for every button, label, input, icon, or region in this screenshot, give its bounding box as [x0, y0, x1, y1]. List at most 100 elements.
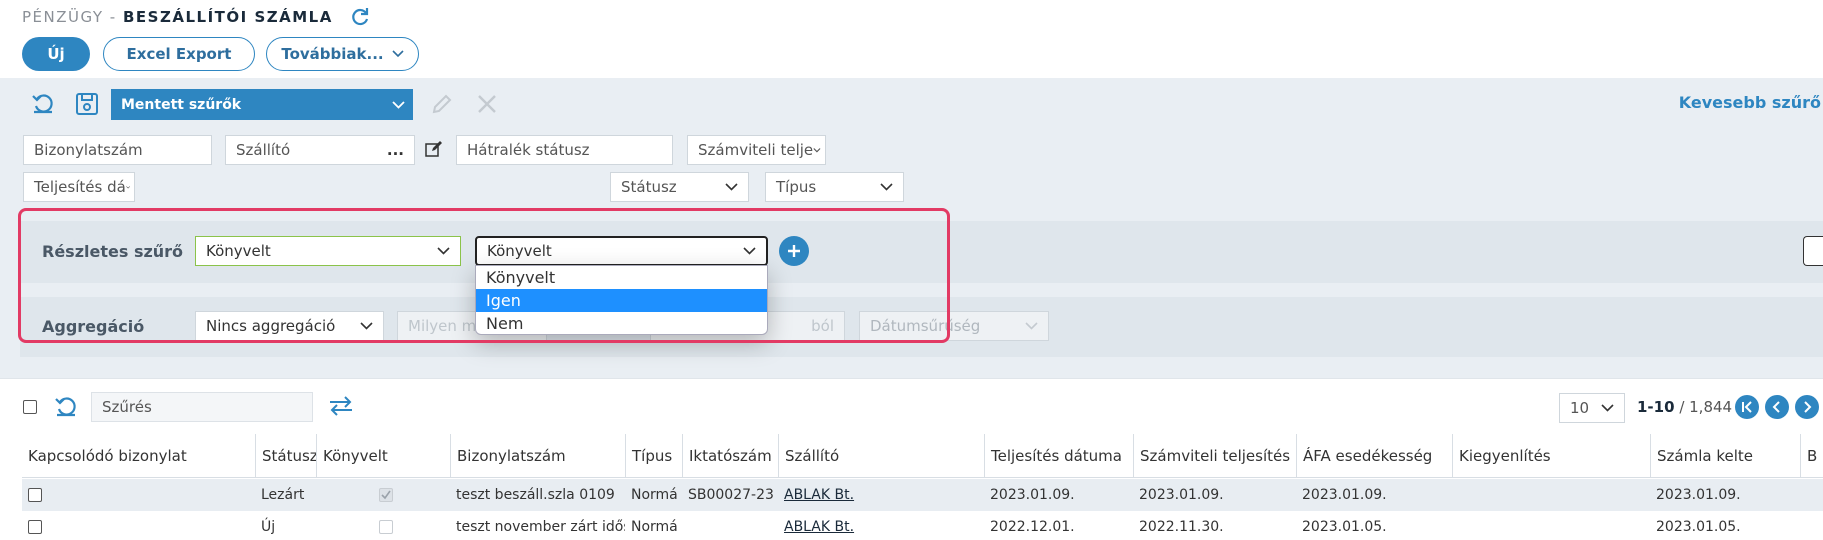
edit-icon[interactable]	[427, 89, 457, 119]
table-row[interactable]: Új teszt november zárt idős Normá ABLAK …	[22, 511, 1823, 540]
overdue-status-filter[interactable]: Hátralék státusz	[456, 135, 673, 165]
column-header[interactable]: Iktatószám	[682, 434, 778, 478]
status-filter[interactable]: Státusz	[610, 172, 749, 202]
column-header[interactable]: Kapcsolódó bizonylat	[22, 434, 255, 478]
more-button-label: Továbbiak...	[281, 45, 384, 63]
saved-filters-label: Mentett szűrők	[121, 96, 242, 113]
pagination-range: 1-10	[1637, 398, 1675, 416]
settlement-cell	[1452, 479, 1650, 511]
column-header[interactable]: Könyvelt	[316, 434, 450, 478]
vat-due-cell: 2023.01.09.	[1302, 487, 1387, 503]
saved-filters-select[interactable]: Mentett szűrők	[111, 89, 413, 120]
accounting-fulfillment-filter[interactable]: Számviteli telje	[687, 135, 826, 165]
type-filter-label: Típus	[776, 178, 817, 196]
booked-checkbox	[379, 520, 393, 534]
list-search-placeholder: Szűrés	[102, 398, 152, 416]
prev-page-button[interactable]	[1765, 395, 1789, 419]
fulfillment-date-cell: 2022.12.01.	[990, 519, 1075, 535]
supplier-link[interactable]: ABLAK Bt.	[784, 519, 854, 535]
booked-checkbox	[379, 488, 393, 502]
chevron-left-icon	[1772, 401, 1780, 413]
document-number-cell: teszt beszáll.szla 0109	[456, 487, 615, 503]
booked-cell	[316, 511, 450, 540]
reset-list-icon[interactable]	[53, 394, 79, 424]
chevron-down-icon	[1601, 404, 1614, 412]
save-icon[interactable]	[72, 89, 102, 119]
chevron-down-icon	[1025, 322, 1038, 330]
less-filters-link[interactable]: Kevesebb szűrő	[1679, 93, 1821, 112]
more-button[interactable]: Továbbiak...	[266, 37, 419, 71]
invoice-date-cell: 2023.01.09.	[1656, 487, 1741, 503]
first-page-button[interactable]	[1735, 395, 1759, 419]
invoice-date-cell: 2023.01.05.	[1656, 519, 1741, 535]
column-header[interactable]: ÁFA esedékesség	[1296, 434, 1452, 478]
reset-filter-icon[interactable]	[28, 89, 58, 119]
supplier-cell: ABLAK Bt.	[778, 479, 984, 511]
filing-number-cell	[682, 511, 778, 540]
document-number-filter-label: Bizonylatszám	[34, 141, 143, 159]
highlight-box	[18, 208, 950, 343]
row-select-cell[interactable]	[22, 479, 255, 511]
chevron-right-icon	[1804, 401, 1812, 413]
module-name: PÉNZÜGY -	[22, 8, 123, 26]
page-size-select[interactable]: 10	[1559, 393, 1625, 423]
supplier-link[interactable]: ABLAK Bt.	[784, 487, 854, 503]
fulfillment-date-cell: 2023.01.09.	[990, 487, 1075, 503]
list-search-input[interactable]: Szűrés	[91, 392, 313, 422]
document-number-cell: teszt november zárt idős	[456, 519, 625, 535]
column-header[interactable]: Kiegyenlítés	[1452, 434, 1650, 478]
column-header[interactable]: Típus	[625, 434, 682, 478]
swap-columns-icon[interactable]	[328, 395, 354, 421]
first-page-icon	[1742, 401, 1752, 413]
settlement-cell	[1452, 511, 1650, 540]
type-filter[interactable]: Típus	[765, 172, 904, 202]
chevron-down-icon	[392, 100, 405, 109]
supplier-filter-label: Szállító	[236, 141, 291, 159]
accounting-fulfillment-cell: 2022.11.30.	[1139, 519, 1224, 535]
supplier-more-button[interactable]: ...	[387, 141, 404, 159]
column-header[interactable]: B	[1800, 434, 1823, 478]
column-header[interactable]: Státusz	[255, 434, 316, 478]
row-checkbox[interactable]	[28, 520, 42, 534]
chevron-down-icon	[813, 147, 821, 152]
row-select-cell[interactable]	[22, 511, 255, 540]
type-cell: Normá	[631, 487, 678, 503]
supplier-filter[interactable]: Szállító ...	[225, 135, 415, 165]
refresh-icon[interactable]	[349, 6, 371, 28]
column-header[interactable]: Szállító	[778, 434, 984, 478]
column-header[interactable]: Teljesítés dátuma	[984, 434, 1133, 478]
new-button[interactable]: Új	[22, 37, 90, 71]
table-header: Kapcsolódó bizonylat Státusz Könyvelt Bi…	[22, 434, 1823, 478]
page-title: PÉNZÜGY - BESZÁLLÍTÓI SZÁMLA	[22, 8, 333, 26]
booked-cell	[316, 479, 450, 511]
accounting-fulfillment-cell: 2023.01.09.	[1139, 487, 1224, 503]
pagination-info: 1-10 / 1,844	[1637, 398, 1732, 416]
status-filter-label: Státusz	[621, 178, 677, 196]
chevron-down-icon	[725, 183, 738, 191]
fulfillment-date-filter[interactable]: Teljesítés dá	[23, 172, 135, 202]
fulfillment-date-filter-label: Teljesítés dá	[34, 178, 126, 196]
page-name: BESZÁLLÍTÓI SZÁMLA	[123, 8, 333, 26]
page-size-value: 10	[1570, 399, 1590, 417]
edit-supplier-icon[interactable]	[425, 140, 443, 162]
pagination-total: / 1,844	[1674, 398, 1733, 416]
accounting-fulfillment-filter-label: Számviteli telje	[698, 141, 814, 159]
atom-icon[interactable]	[1803, 236, 1823, 266]
next-page-button[interactable]	[1795, 395, 1819, 419]
excel-export-button[interactable]: Excel Export	[103, 37, 255, 71]
status-cell: Lezárt	[261, 487, 305, 503]
chevron-down-icon	[126, 185, 130, 189]
column-header[interactable]: Bizonylatszám	[450, 434, 625, 478]
column-header[interactable]: Számviteli teljesítés	[1133, 434, 1296, 478]
select-all-checkbox[interactable]	[23, 400, 37, 414]
delete-icon[interactable]	[472, 89, 502, 119]
document-number-filter[interactable]: Bizonylatszám	[23, 135, 212, 165]
vat-due-cell: 2023.01.05.	[1302, 519, 1387, 535]
column-header[interactable]: Számla kelte	[1650, 434, 1800, 478]
filing-number-cell: SB00027-23	[688, 487, 774, 503]
status-cell: Új	[261, 519, 276, 535]
row-checkbox[interactable]	[28, 488, 42, 502]
overdue-status-filter-label: Hátralék státusz	[467, 141, 590, 159]
table-row[interactable]: Lezárt teszt beszáll.szla 0109 Normá SB0…	[22, 479, 1823, 511]
check-icon	[381, 490, 391, 500]
